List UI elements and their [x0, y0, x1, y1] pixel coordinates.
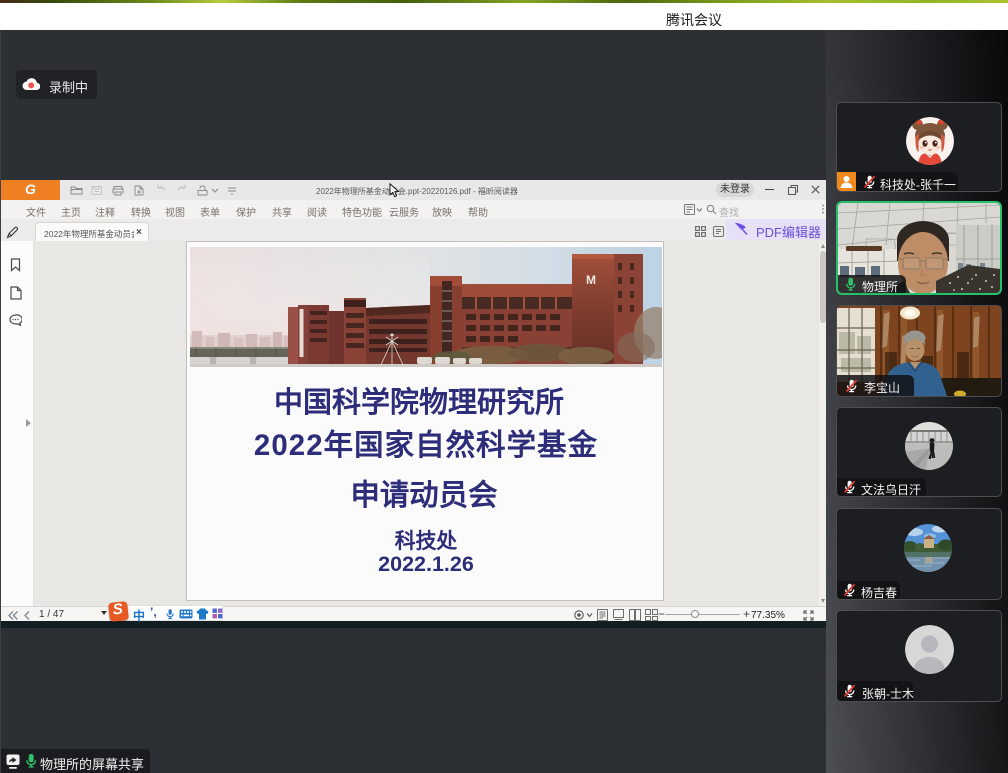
svg-text:M: M: [586, 273, 596, 287]
